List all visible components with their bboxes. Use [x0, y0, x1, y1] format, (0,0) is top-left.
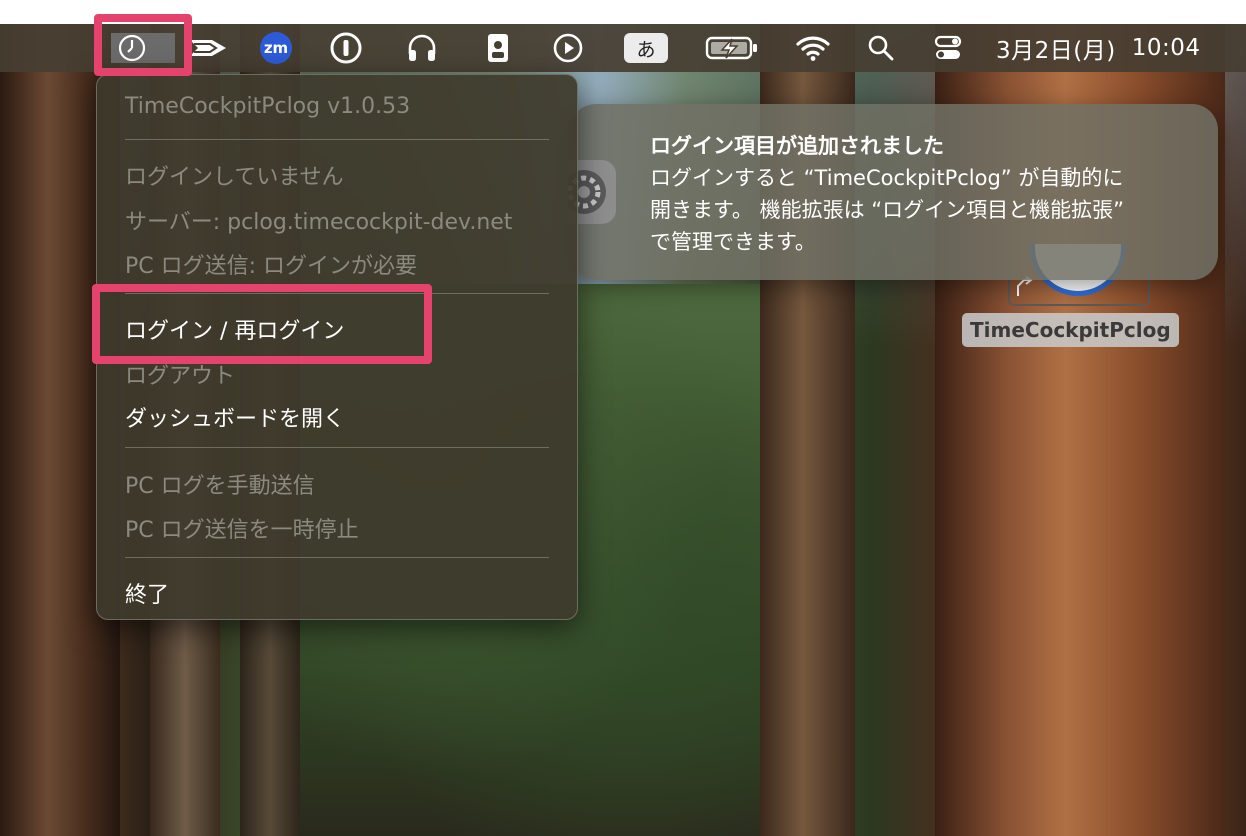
notification-line: で管理できます。 — [650, 230, 816, 254]
menu-item-server: サーバー: pclog.timecockpit-dev.net — [125, 210, 513, 235]
play-menubar-item[interactable] — [550, 24, 586, 72]
menu-separator — [125, 557, 549, 558]
wifi-menubar-item[interactable] — [794, 24, 832, 72]
search-icon — [868, 35, 894, 61]
menu-item-open-dashboard[interactable]: ダッシュボードを開く — [125, 401, 345, 433]
wifi-icon — [796, 36, 830, 61]
menu-item-login-status: ログインしていません — [125, 165, 344, 190]
menu-item-logout[interactable]: ログアウト — [125, 358, 235, 390]
headphones-menubar-item[interactable] — [404, 24, 440, 72]
menu-item-app-version: TimeCockpitPclog v1.0.53 — [125, 94, 411, 119]
clock-date: 3月2日(月) — [996, 38, 1116, 64]
onepassword-icon — [330, 32, 362, 64]
timecockpit-menubar-item[interactable] — [110, 24, 176, 72]
menubar-clock[interactable]: 3月2日(月) 10:04 — [996, 24, 1220, 72]
notification-title: ログイン項目が追加されました — [650, 134, 944, 158]
zoom-menubar-item[interactable]: zm — [258, 24, 294, 72]
clock-time: 10:04 — [1131, 35, 1201, 61]
battery-charging-icon — [705, 36, 757, 60]
headphones-icon — [408, 34, 436, 61]
control-center-icon — [934, 35, 962, 59]
menu-item-pclog-status: PC ログ送信: ログインが必要 — [125, 254, 418, 279]
notification-body: ログイン項目が追加されました ログインすると “TimeCockpitPclog… — [650, 130, 1206, 258]
input-method-icon: あ — [624, 33, 668, 63]
menu-item-login[interactable]: ログイン / 再ログイン — [125, 313, 344, 345]
menu-bar: zm あ 3月2日(月) 10:04 — [0, 24, 1246, 72]
desktop-icon-label: TimeCockpitPclog — [962, 313, 1179, 347]
battery-menubar-item[interactable] — [704, 24, 760, 72]
input-method-menubar-item[interactable]: あ — [624, 24, 668, 72]
timecockpit-dropdown-menu: TimeCockpitPclog v1.0.53 ログインしていません サーバー… — [96, 74, 578, 620]
badge-menubar-item[interactable] — [480, 24, 516, 72]
menu-item-send-pclog-manually[interactable]: PC ログを手動送信 — [125, 468, 315, 500]
pace-arrow-icon — [190, 40, 226, 56]
timecockpit-clock-icon — [118, 34, 146, 62]
menu-item-quit[interactable]: 終了 — [125, 577, 169, 609]
control-center-menubar-item[interactable] — [930, 24, 966, 72]
notification-line: 開きます。 機能拡張は “ログイン項目と機能拡張” — [650, 198, 1125, 222]
menu-separator — [125, 447, 549, 448]
menu-item-pause-pclog[interactable]: PC ログ送信を一時停止 — [125, 512, 359, 544]
notification-line: ログインすると “TimeCockpitPclog” が自動的に — [650, 166, 1124, 190]
badge-icon — [488, 34, 508, 62]
spotlight-menubar-item[interactable] — [864, 24, 898, 72]
play-icon — [553, 33, 583, 63]
onepassword-menubar-item[interactable] — [328, 24, 364, 72]
menu-separator — [125, 293, 549, 294]
zoom-icon: zm — [260, 32, 292, 64]
login-item-notification[interactable]: ログイン項目が追加されました ログインすると “TimeCockpitPclog… — [568, 104, 1218, 280]
menu-separator — [125, 139, 549, 140]
pace-menubar-item[interactable] — [188, 24, 228, 72]
